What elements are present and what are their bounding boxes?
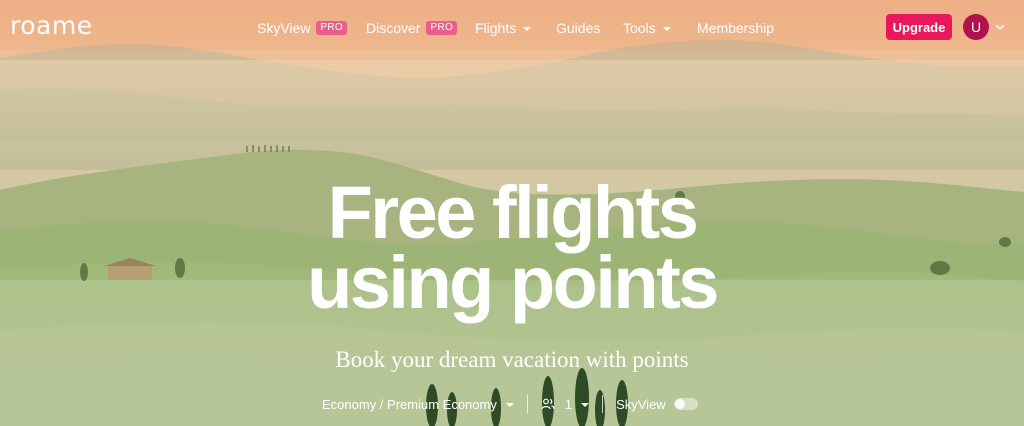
- top-nav: roame SkyView PRO Discover PRO Flights G…: [0, 0, 1024, 56]
- hero-title-line: Free flights: [327, 171, 699, 254]
- skyview-toggle-switch[interactable]: [673, 398, 698, 410]
- passenger-count-select[interactable]: 1: [541, 396, 590, 412]
- nav-item-discover[interactable]: Discover PRO: [366, 18, 458, 38]
- nav-item-guides-label: Guides: [556, 20, 601, 36]
- nav-item-tools[interactable]: Tools: [623, 18, 671, 38]
- passenger-count-value: 1: [564, 396, 573, 412]
- divider: [526, 395, 528, 413]
- users-icon: [541, 398, 555, 410]
- nav-item-guides[interactable]: Guides: [556, 18, 600, 38]
- skyview-toggle-control[interactable]: SkyView: [616, 397, 698, 412]
- upgrade-button[interactable]: Upgrade: [886, 14, 952, 40]
- nav-item-flights[interactable]: Flights: [475, 18, 532, 38]
- nav-item-tools-label: Tools: [623, 20, 656, 36]
- cabin-class-value: Economy / Premium Economy: [322, 396, 497, 412]
- nav-item-skyview[interactable]: SkyView PRO: [257, 18, 348, 38]
- hero-title-line: using points: [307, 241, 719, 324]
- pro-badge: PRO: [316, 21, 348, 35]
- nav-item-skyview-label: SkyView: [257, 20, 311, 36]
- nav-item-membership[interactable]: Membership: [697, 18, 774, 38]
- search-options-bar: Economy / Premium Economy 1 SkyView: [322, 394, 698, 414]
- avatar[interactable]: U: [963, 14, 989, 40]
- nav-item-membership-label: Membership: [697, 20, 775, 36]
- pro-badge: PRO: [426, 21, 458, 35]
- hero-subtitle: Book your dream vacation with points: [335, 347, 689, 372]
- chevron-down-icon: [505, 402, 514, 407]
- nav-item-flights-label: Flights: [475, 20, 517, 36]
- hero-title: Free flights using points: [0, 171, 1024, 324]
- nav-item-discover-label: Discover: [366, 20, 421, 36]
- page: roame SkyView PRO Discover PRO Flights G…: [0, 0, 1024, 426]
- divider: [602, 395, 604, 413]
- chevron-down-icon: [581, 402, 590, 407]
- roame-logo[interactable]: roame: [10, 12, 93, 40]
- chevron-down-icon: [523, 26, 532, 31]
- skyview-toggle-label: SkyView: [616, 396, 666, 412]
- chevron-down-icon[interactable]: [995, 22, 1005, 32]
- cabin-class-select[interactable]: Economy / Premium Economy: [322, 397, 514, 412]
- chevron-down-icon: [662, 26, 671, 31]
